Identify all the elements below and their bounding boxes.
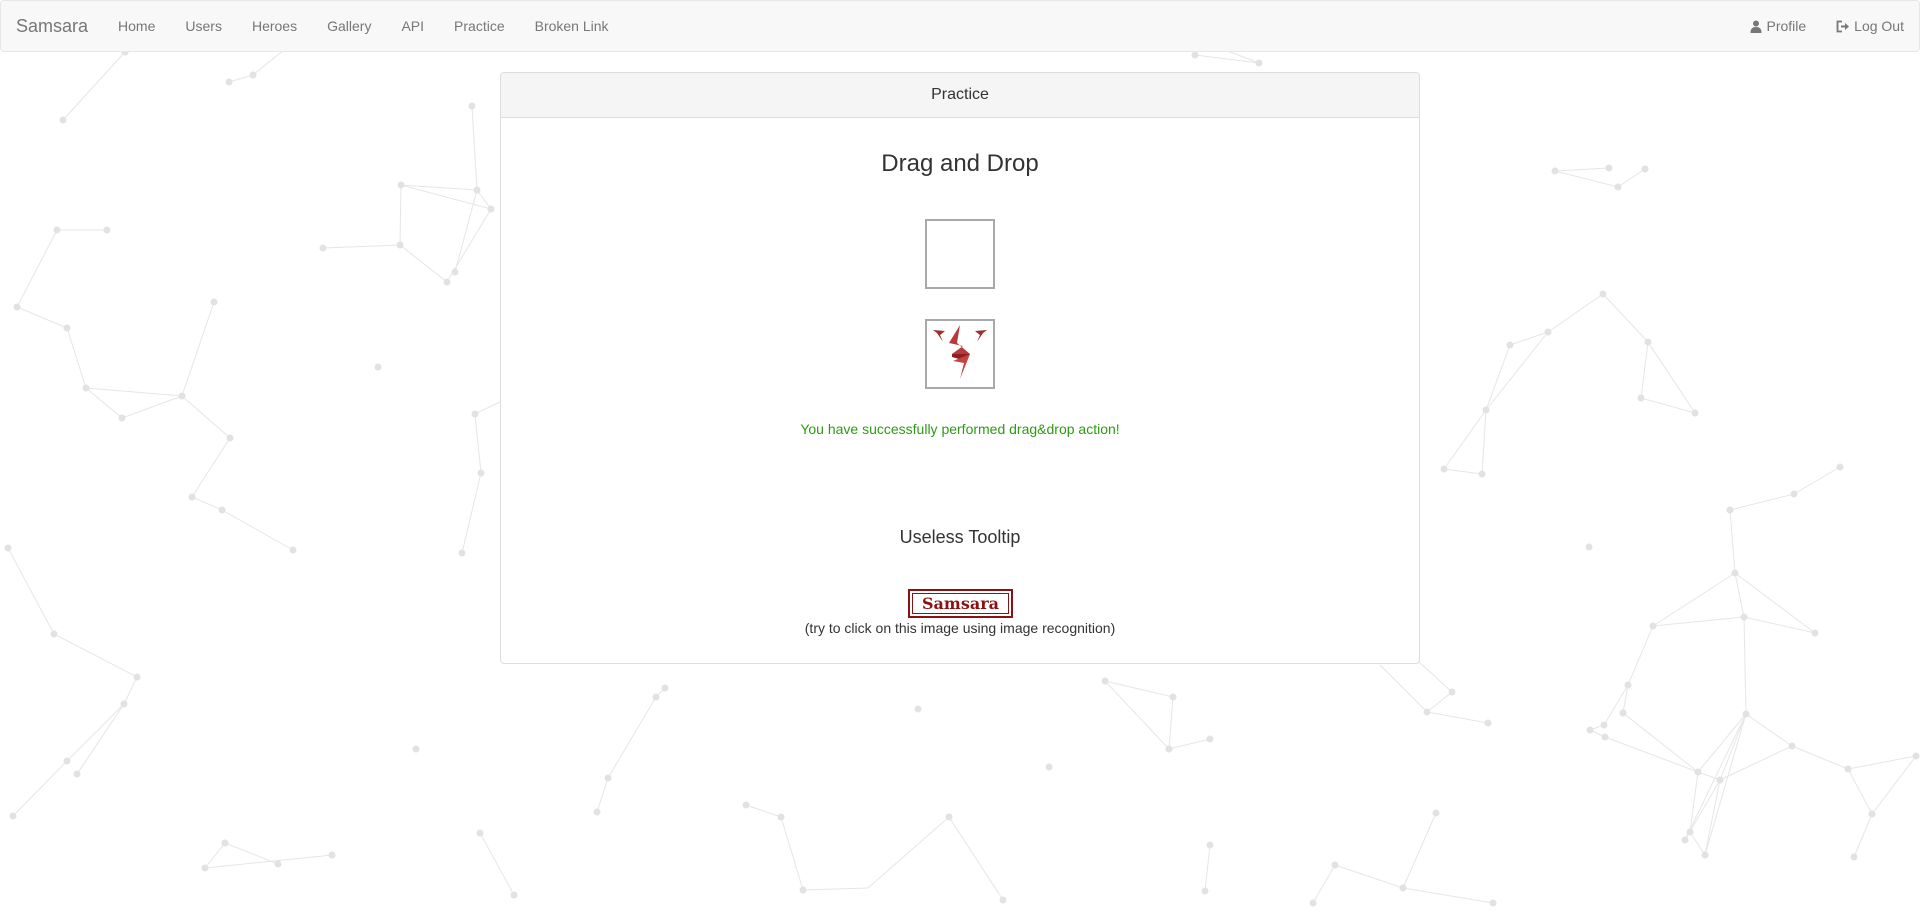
nav-api[interactable]: API bbox=[386, 0, 439, 52]
nav-users[interactable]: Users bbox=[170, 0, 237, 52]
panel-title: Practice bbox=[501, 73, 1419, 118]
nav-heroes[interactable]: Heroes bbox=[237, 0, 312, 52]
tooltip-heading: Useless Tooltip bbox=[899, 527, 1021, 547]
profile-label: Profile bbox=[1766, 18, 1807, 34]
samsara-logo-icon[interactable] bbox=[929, 321, 991, 388]
nav-links: Home Users Heroes Gallery API Practice B… bbox=[103, 0, 624, 52]
nav-logout[interactable]: Log Out bbox=[1821, 0, 1919, 52]
samsara-logo-image[interactable]: Samsara bbox=[908, 589, 1013, 618]
nav-profile[interactable]: Profile bbox=[1735, 0, 1821, 52]
brand-link[interactable]: Samsara bbox=[1, 0, 103, 52]
drag-drop-heading: Drag and Drop bbox=[881, 150, 1039, 177]
top-navbar: Samsara Home Users Heroes Gallery API Pr… bbox=[0, 0, 1920, 52]
image-caption: (try to click on this image using image … bbox=[804, 620, 1116, 636]
nav-gallery[interactable]: Gallery bbox=[312, 0, 386, 52]
drag-source-box[interactable] bbox=[925, 219, 995, 289]
user-icon bbox=[1750, 20, 1762, 33]
drop-target-box[interactable] bbox=[925, 319, 995, 389]
nav-home[interactable]: Home bbox=[103, 0, 170, 52]
practice-panel: Practice Drag and Drop You have successf… bbox=[500, 72, 1420, 664]
nav-broken-link[interactable]: Broken Link bbox=[520, 0, 624, 52]
logout-icon bbox=[1836, 20, 1850, 33]
success-message: You have successfully performed drag&dro… bbox=[800, 421, 1120, 437]
nav-right: Profile Log Out bbox=[1735, 0, 1919, 52]
logout-label: Log Out bbox=[1854, 18, 1904, 34]
nav-practice[interactable]: Practice bbox=[439, 0, 520, 52]
